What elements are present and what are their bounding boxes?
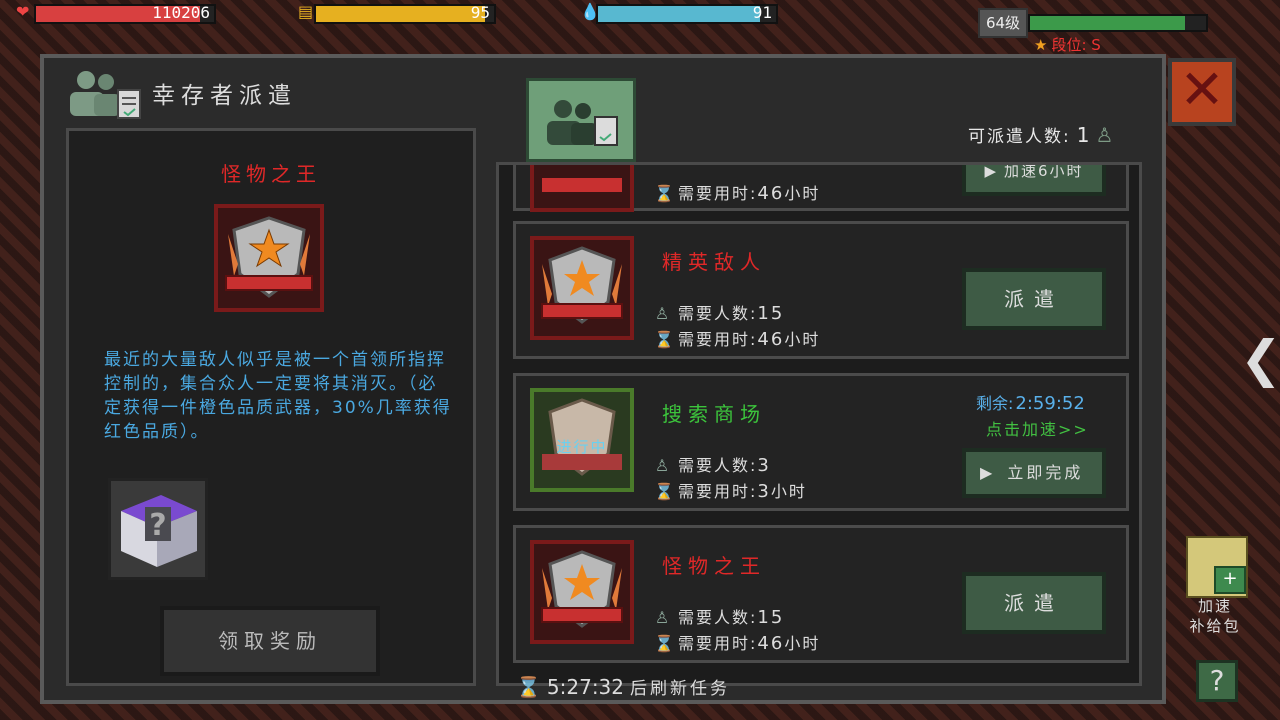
mystery-crate-icon: ?	[121, 495, 197, 567]
person-icon: ♙	[654, 456, 672, 475]
water-bar: 91	[596, 3, 778, 24]
close-button[interactable]: ✕	[1168, 58, 1236, 126]
task-name: 怪物之王	[662, 554, 766, 578]
task-name: 搜索商场	[662, 402, 766, 426]
heart-icon: ❤	[16, 2, 30, 21]
task-people-requirement: ♙ 需要人数:3	[654, 455, 771, 476]
monster-king-emblem-icon	[530, 540, 634, 644]
task-time-requirement: ⌛ 需要用时:46小时	[654, 329, 821, 350]
hourglass-icon: ⌛	[654, 184, 676, 203]
task-name: 精英敌人	[662, 250, 766, 274]
tab-survivor-dispatch[interactable]	[526, 78, 636, 162]
in-progress-label: 进行中	[556, 438, 608, 456]
dispatchable-count-value: 1	[1076, 123, 1092, 147]
task-people-requirement: ♙ 需要人数:15	[654, 607, 785, 628]
person-icon: ♙	[1095, 123, 1116, 147]
video-play-icon: ▶	[980, 463, 996, 482]
task-time-requirement: ⌛ 需要用时:46小时	[654, 633, 821, 654]
help-button[interactable]: ?	[1196, 660, 1238, 702]
person-icon: ♙	[654, 608, 672, 627]
task-description: 最近的大量敌人似乎是被一个首领所指挥控制的，集合众人一定要将其消灭。（必定获得一…	[104, 350, 452, 442]
person-icon: ♙	[654, 304, 672, 323]
rank-label: 段位:	[1051, 36, 1087, 54]
refresh-label: 后刷新任务	[630, 679, 731, 699]
remaining-time: 剩余: 2:59:52	[976, 393, 1085, 414]
video-play-icon: ▶	[984, 162, 998, 180]
side-expand-arrow-icon[interactable]: ❮	[1240, 330, 1280, 388]
monster-king-emblem-icon	[214, 204, 324, 312]
task-card-search-mall[interactable]: 进行中 搜索商场 ♙ 需要人数:3 ⌛ 需要用时:3小时 剩余: 2:59:52 点击…	[513, 373, 1129, 511]
task-list[interactable]: ⌛ 需要用时:46小时 ▶ 加速6小时 精英敌人 ♙ 需要人数:15 ⌛ 需要用时:46…	[496, 162, 1142, 686]
task-card-monster-king[interactable]: 怪物之王 ♙ 需要人数:15 ⌛ 需要用时:46小时 派遣	[513, 525, 1129, 663]
rank-value: S	[1091, 36, 1101, 54]
speedup-supply-pack-label[interactable]: 加速 补给包	[1180, 596, 1250, 636]
dispatchable-count: 可派遣人数: 1 ♙	[968, 122, 1115, 147]
level-badge: 64级	[978, 8, 1028, 38]
hourglass-icon: ⌛	[654, 330, 676, 349]
dispatch-button[interactable]: 派遣	[962, 268, 1106, 330]
task-emblem-icon	[530, 165, 634, 212]
food-icon: ▤	[298, 2, 314, 21]
task-card-elite-enemy[interactable]: 精英敌人 ♙ 需要人数:15 ⌛ 需要用时:46小时 派遣	[513, 221, 1129, 359]
speedup-supply-pack-icon[interactable]: +	[1186, 536, 1248, 598]
claim-reward-button[interactable]: 领取奖励	[160, 606, 380, 676]
page-title: 幸存者派遣	[152, 83, 297, 109]
health-value: 110206	[152, 3, 210, 22]
task-people-requirement: ♙ 需要人数:15	[654, 303, 785, 324]
food-bar: 95	[314, 3, 496, 24]
detail-task-name: 怪物之王	[221, 162, 321, 186]
speedup-link[interactable]: 点击加速>>	[986, 416, 1089, 440]
task-time-requirement: ⌛ 需要用时:3小时	[654, 481, 807, 502]
instant-complete-button[interactable]: ▶ 立即完成	[962, 448, 1106, 498]
hourglass-icon: ⌛	[654, 482, 676, 501]
medkit-icon: +	[1214, 566, 1246, 594]
task-card-partial[interactable]: ⌛ 需要用时:46小时 ▶ 加速6小时	[513, 162, 1129, 212]
speedup-button[interactable]: ▶ 加速6小时	[962, 162, 1106, 196]
elite-enemy-emblem-icon	[530, 236, 634, 340]
reward-mystery-box[interactable]: ?	[108, 478, 208, 580]
survivor-dispatch-tab-icon	[547, 100, 618, 146]
svg-text:?: ?	[149, 508, 166, 543]
hourglass-icon: ⌛	[654, 634, 676, 653]
star-icon: ★	[1034, 36, 1048, 54]
water-value: 91	[752, 3, 772, 22]
exp-bar	[1028, 14, 1208, 32]
dispatchable-count-label: 可派遣人数:	[968, 127, 1071, 147]
health-bar: 110206	[34, 3, 216, 24]
refresh-timer: ⌛ 5:27:32 后刷新任务	[516, 674, 730, 699]
survivor-dispatch-icon	[70, 71, 141, 119]
task-time-requirement: ⌛ 需要用时:46小时	[654, 183, 821, 204]
hourglass-icon: ⌛	[516, 675, 541, 699]
rank: ★ 段位: S	[1034, 34, 1101, 55]
dispatch-button[interactable]: 派遣	[962, 572, 1106, 634]
food-value: 95	[470, 3, 490, 22]
refresh-time: 5:27:32	[546, 675, 625, 699]
